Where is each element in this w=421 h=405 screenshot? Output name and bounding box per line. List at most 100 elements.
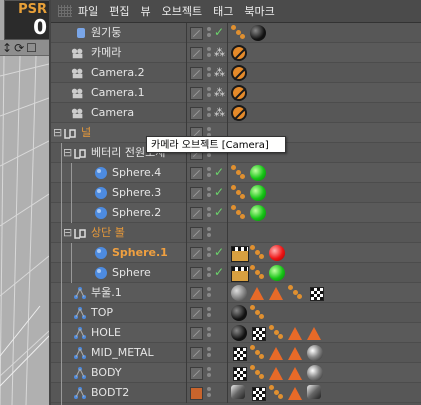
object-row-top[interactable]: TOP [51,303,421,323]
rotate-view-icon[interactable]: ⟳ [14,41,24,55]
layer-toggle[interactable] [190,347,203,360]
phong-tag-icon[interactable] [288,387,302,400]
panel-grip-icon[interactable] [58,5,72,17]
enabled-check-icon[interactable]: ✓ [214,205,224,219]
object-name[interactable]: 부울.1 [91,283,122,303]
enabled-check-icon[interactable]: ✓ [214,245,224,259]
phong-tag-icon[interactable] [307,327,321,340]
layer-toggle[interactable] [190,207,203,220]
object-row-sphere-3[interactable]: Sphere.3 ✓ [51,183,421,203]
visibility-dots[interactable] [206,206,212,220]
layer-toggle[interactable] [190,307,203,320]
enabled-check-icon[interactable]: ✓ [214,185,224,199]
texture-tag-icon[interactable] [288,285,302,299]
material-tag-icon[interactable] [307,345,323,361]
object-row-camera-group[interactable]: 카메라 ⁂ [51,43,421,63]
protection-tag-icon[interactable] [231,105,247,121]
object-name[interactable]: Camera.1 [91,83,145,103]
enabled-x-icon[interactable]: ⁂ [214,106,225,119]
view-mode-icon[interactable]: ☐ [26,41,37,55]
menu-edit[interactable]: 편집 [109,3,129,19]
layer-toggle[interactable] [190,87,203,100]
viewport-panel[interactable]: PSR 0 ↕ ⟳ ☐ [0,0,49,405]
object-name[interactable]: 카메라 [91,43,121,63]
material-tag-icon[interactable] [307,385,321,399]
texture-tag-icon[interactable] [269,385,283,399]
layer-toggle[interactable] [190,387,203,400]
object-row-bodt2[interactable]: BODT2 [51,383,421,403]
uvw-tag-icon[interactable] [310,287,324,301]
material-tag-icon[interactable] [250,165,266,181]
visibility-dots[interactable] [206,46,212,60]
layer-toggle[interactable] [190,247,203,260]
layer-toggle[interactable] [190,187,203,200]
layer-toggle[interactable] [190,47,203,60]
material-tag-icon[interactable] [250,185,266,201]
visibility-dots[interactable] [206,26,212,40]
texture-tag-icon[interactable] [250,345,264,359]
visibility-dots[interactable] [206,306,212,320]
visibility-dots[interactable] [206,266,212,280]
object-row-hole[interactable]: HOLE [51,323,421,343]
layer-toggle[interactable] [190,27,203,40]
object-name[interactable]: Camera.2 [91,63,145,83]
texture-tag-icon[interactable] [250,305,264,319]
visibility-dots[interactable] [206,346,212,360]
object-name[interactable]: Sphere.4 [112,163,161,183]
phong-tag-icon[interactable] [269,367,283,380]
layer-toggle[interactable] [190,167,203,180]
visibility-dots[interactable] [206,66,212,80]
object-row-sphere-4[interactable]: Sphere.4 ✓ [51,163,421,183]
uvw-tag-icon[interactable] [233,347,247,361]
expand-toggle-icon[interactable]: ⊟ [53,123,62,143]
object-name[interactable]: BODY [91,363,122,383]
layer-toggle[interactable] [190,287,203,300]
object-name[interactable]: BODT2 [91,383,129,403]
texture-tag-icon[interactable] [231,185,245,199]
layer-toggle[interactable] [190,267,203,280]
object-row-camera-1[interactable]: Camera.1 ⁂ [51,83,421,103]
material-tag-icon[interactable] [250,25,266,41]
expand-toggle-icon[interactable]: ⊟ [63,223,72,243]
uvw-tag-icon[interactable] [233,367,247,381]
layer-toggle[interactable] [190,107,203,120]
object-row-camera[interactable]: Camera ⁂ [51,103,421,123]
visibility-dots[interactable] [206,326,212,340]
object-name[interactable]: HOLE [91,323,121,343]
texture-tag-icon[interactable] [250,365,264,379]
object-name[interactable]: Sphere.2 [112,203,161,223]
expand-toggle-icon[interactable]: ⊟ [63,143,72,163]
object-name[interactable]: Sphere.1 [112,243,168,263]
visibility-dots[interactable] [206,86,212,100]
object-row-top-ball-group[interactable]: ⊟ 상단 볼 [51,223,421,243]
menu-view[interactable]: 뷰 [141,3,151,19]
viewport-grid[interactable] [0,56,49,405]
enabled-check-icon[interactable]: ✓ [214,265,224,279]
material-tag-icon[interactable] [231,305,247,321]
layer-toggle[interactable] [190,367,203,380]
texture-tag-icon[interactable] [231,205,245,219]
phong-tag-icon[interactable] [250,287,264,300]
object-row-mid-metal[interactable]: MID_METAL [51,343,421,363]
phong-tag-icon[interactable] [288,327,302,340]
object-row-camera-2[interactable]: Camera.2 ⁂ [51,63,421,83]
object-name[interactable]: MID_METAL [91,343,154,363]
object-name[interactable]: Sphere [112,263,151,283]
material-tag-icon[interactable] [231,325,247,341]
material-tag-icon[interactable] [269,265,285,281]
menu-tag[interactable]: 태그 [213,3,233,19]
enabled-x-icon[interactable]: ⁂ [214,66,225,79]
phong-tag-icon[interactable] [288,347,302,360]
phong-tag-icon[interactable] [269,347,283,360]
texture-tag-icon[interactable] [231,165,245,179]
uvw-tag-icon[interactable] [252,327,266,341]
object-name[interactable]: Camera [91,103,134,123]
object-row-boole-1[interactable]: 부울.1 [51,283,421,303]
object-name[interactable]: 상단 볼 [91,223,125,243]
layer-toggle[interactable] [190,227,203,240]
material-tag-icon[interactable] [307,365,323,381]
visibility-dots[interactable] [206,366,212,380]
enabled-x-icon[interactable]: ⁂ [214,46,225,59]
protection-tag-icon[interactable] [231,85,247,101]
visibility-dots[interactable] [206,106,212,120]
